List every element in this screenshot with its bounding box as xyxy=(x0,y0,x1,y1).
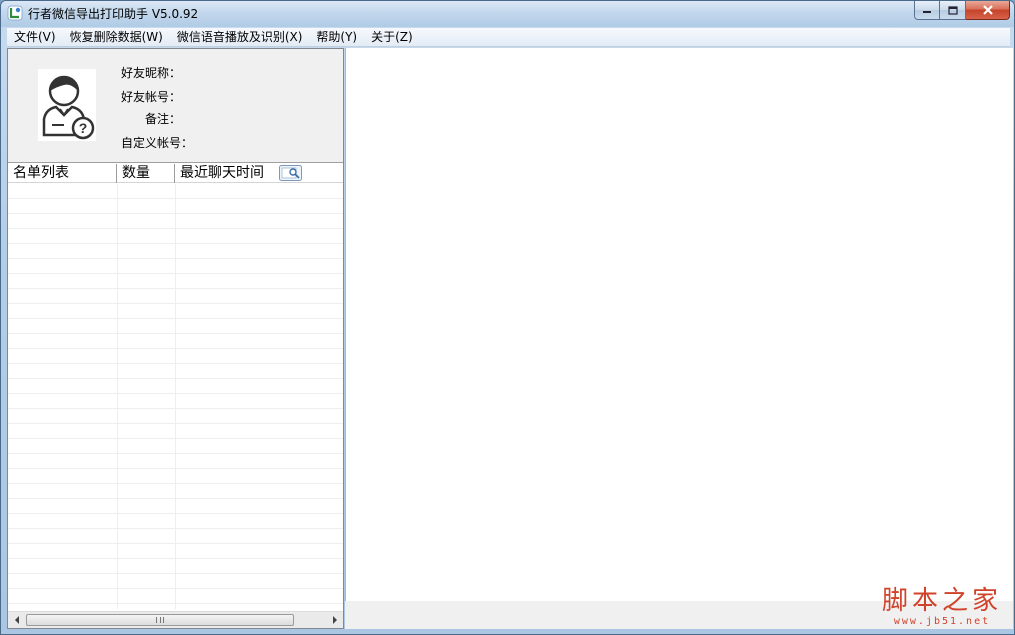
minimize-button[interactable] xyxy=(914,1,940,20)
watermark-main: 脚本之家 xyxy=(881,586,1002,616)
column-divider xyxy=(175,184,176,609)
custom-account-label: 自定义帐号： xyxy=(121,136,194,150)
column-header-count-label: 数量 xyxy=(122,165,150,181)
window-title: 行者微信导出打印助手 V5.0.92 xyxy=(28,7,199,21)
chat-content-panel[interactable] xyxy=(345,48,1013,601)
scroll-right-button[interactable] xyxy=(326,612,343,628)
minimize-icon xyxy=(923,11,931,13)
column-header-name-label: 名单列表 xyxy=(13,165,69,181)
maximize-button[interactable] xyxy=(940,1,966,20)
scroll-thumb[interactable] xyxy=(26,614,294,626)
svg-text:?: ? xyxy=(79,120,88,136)
horizontal-scrollbar[interactable] xyxy=(8,611,343,628)
menu-help[interactable]: 帮助(Y) xyxy=(309,28,364,47)
account-label: 好友帐号： xyxy=(121,90,182,104)
title-bar[interactable]: 行者微信导出打印助手 V5.0.92 xyxy=(1,1,1014,27)
app-logo-icon xyxy=(7,5,23,21)
profile-section: ? 好友昵称： 好友帐号： 备注： 自定义帐号： xyxy=(8,49,343,163)
column-header-last-chat[interactable]: 最近聊天时间 xyxy=(175,164,343,183)
scroll-right-icon xyxy=(332,616,337,624)
contact-panel: ? 好友昵称： 好友帐号： 备注： 自定义帐号： 名单列表 数量 最近聊天时间 xyxy=(7,48,344,629)
watermark: 脚本之家 www.jb51.net xyxy=(882,586,1002,628)
remark-label: 备注： xyxy=(145,112,182,126)
close-icon xyxy=(982,5,993,15)
menu-recover-deleted[interactable]: 恢复删除数据(W) xyxy=(63,28,170,47)
column-header-count[interactable]: 数量 xyxy=(117,164,175,183)
column-header-name[interactable]: 名单列表 xyxy=(8,164,117,183)
menu-file[interactable]: 文件(V) xyxy=(7,28,63,47)
list-header: 名单列表 数量 最近聊天时间 xyxy=(8,164,343,183)
user-unknown-icon: ? xyxy=(38,69,96,141)
column-header-last-chat-label: 最近聊天时间 xyxy=(180,165,264,181)
menu-about[interactable]: 关于(Z) xyxy=(364,28,420,47)
nickname-label: 好友昵称： xyxy=(121,66,182,80)
menu-voice-playback[interactable]: 微信语音播放及识别(X) xyxy=(170,28,310,47)
close-button[interactable] xyxy=(966,1,1010,20)
column-divider xyxy=(117,184,118,609)
window-controls xyxy=(914,1,1010,20)
scroll-left-button[interactable] xyxy=(8,612,25,628)
watermark-url: www.jb51.net xyxy=(893,616,991,627)
app-window: 行者微信导出打印助手 V5.0.92 文件(V) 恢复删除数据(W) 微信语音播… xyxy=(0,0,1015,635)
scroll-left-icon xyxy=(14,616,19,624)
menu-bar: 文件(V) 恢复删除数据(W) 微信语音播放及识别(X) 帮助(Y) 关于(Z) xyxy=(7,28,1010,47)
search-icon[interactable] xyxy=(279,165,302,181)
scroll-grip-icon xyxy=(156,617,164,623)
maximize-icon xyxy=(947,5,958,15)
contact-list[interactable] xyxy=(8,184,343,609)
